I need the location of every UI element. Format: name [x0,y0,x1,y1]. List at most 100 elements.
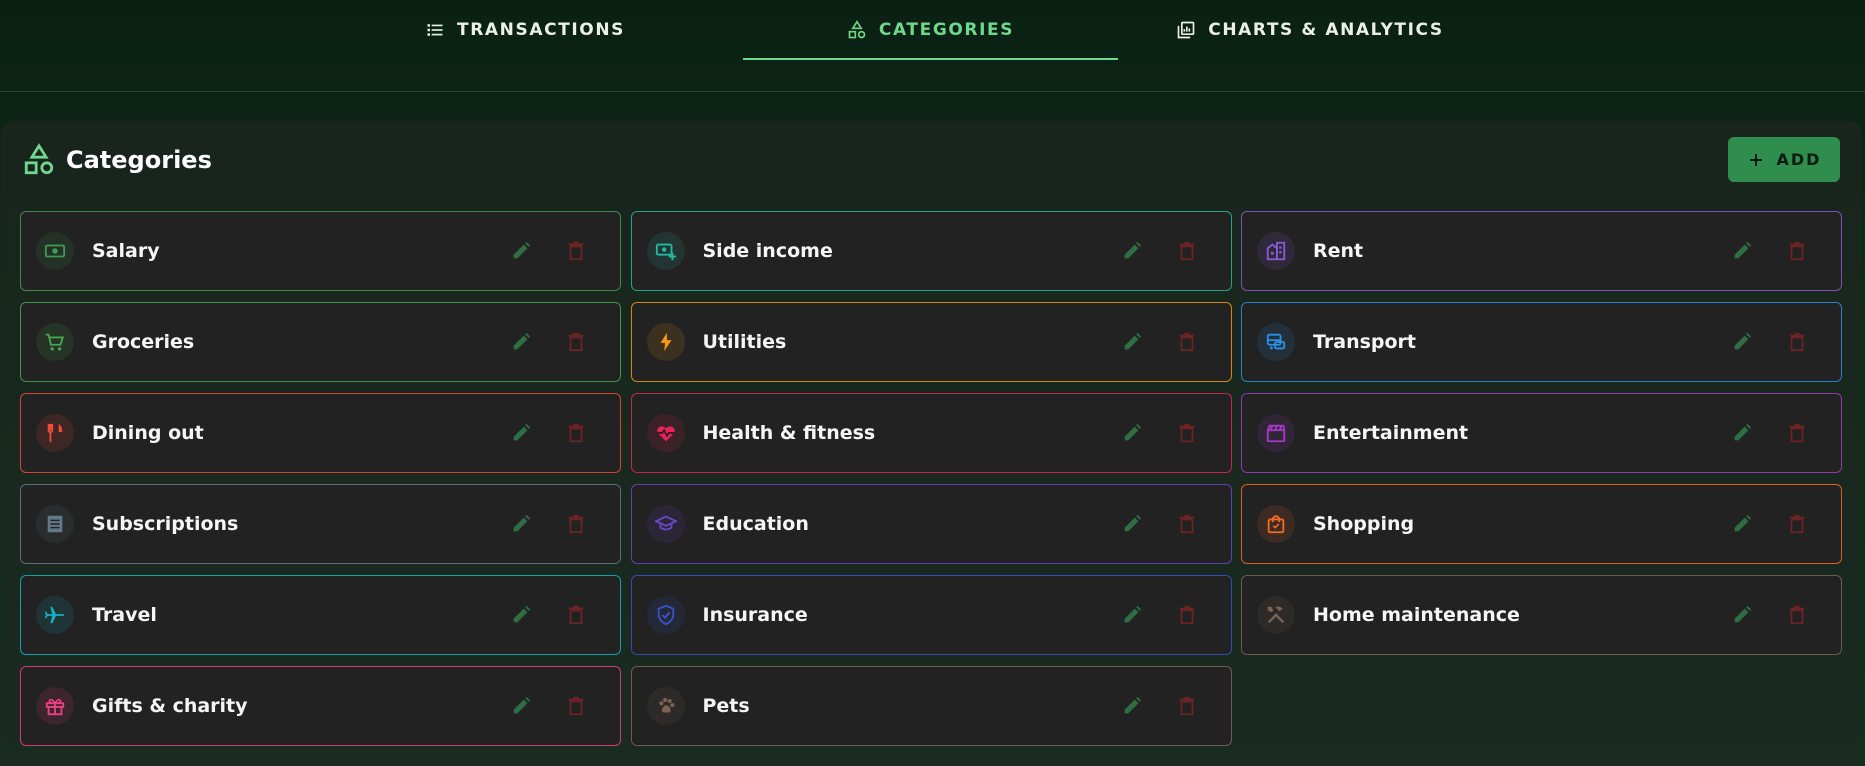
category-card: Entertainment [1241,393,1842,473]
panel-header: Categories [22,143,212,177]
top-navigation: TRANSACTIONS CATEGORIES CHARTS & ANALYTI… [0,0,1865,92]
category-icon [646,596,685,634]
category-icon [1257,596,1295,634]
delete-icon[interactable] [565,695,587,717]
analytics-icon [1177,21,1195,39]
cash-plus-icon [655,243,676,261]
category-label: Transport [1313,331,1417,353]
shapes-icon [848,20,866,39]
category-icon [36,232,74,270]
delete-icon[interactable] [1176,422,1198,444]
plus-icon [1749,153,1762,166]
delete-icon[interactable] [1786,513,1808,535]
category-icon [1257,323,1295,361]
category-card: Gifts & charity [20,666,621,746]
category-icon [36,596,74,634]
clapper-icon [1266,424,1286,443]
shopping-bag-icon [1267,515,1285,534]
category-card: Salary [20,211,621,291]
category-card: Rent [1241,211,1842,291]
category-grid: Salary Side income Rent Groceries Utilit… [20,211,1842,746]
tab-charts-analytics[interactable]: CHARTS & ANALYTICS [1160,0,1460,60]
category-icon [646,323,685,361]
tab-transactions[interactable]: TRANSACTIONS [385,0,665,60]
delete-icon[interactable] [1786,331,1808,353]
category-label: Home maintenance [1313,604,1520,626]
money-icon [44,244,66,258]
category-card: Shopping [1241,484,1842,564]
category-icon [36,323,74,361]
edit-icon[interactable] [510,604,532,626]
add-category-button[interactable]: ADD [1728,137,1840,182]
category-icon [1257,505,1295,543]
edit-icon[interactable] [1731,604,1753,626]
category-card: Groceries [20,302,621,382]
category-label: Subscriptions [92,513,239,535]
category-label: Rent [1313,240,1364,262]
category-label: Dining out [92,422,204,444]
delete-icon[interactable] [565,331,587,353]
category-card: Education [630,484,1232,564]
category-label: Groceries [92,331,195,353]
shapes-icon [24,143,54,175]
page-title: Categories [66,146,212,174]
category-label: Shopping [1313,513,1415,535]
add-button-label: ADD [1776,150,1822,169]
edit-icon[interactable] [1121,513,1143,535]
edit-icon[interactable] [510,331,532,353]
heart-pulse-icon [656,426,675,442]
edit-icon[interactable] [1121,422,1143,444]
category-card: Utilities [630,302,1232,382]
delete-icon[interactable] [1786,604,1808,626]
category-icon [646,505,685,543]
delete-icon[interactable] [1176,331,1198,353]
list-box-icon [47,515,63,533]
cutlery-icon [47,423,63,443]
category-icon [646,687,685,725]
category-icon [1257,232,1295,270]
delete-icon[interactable] [1786,422,1808,444]
building-icon [1266,241,1286,261]
delete-icon[interactable] [1176,604,1198,626]
category-card: Side income [630,211,1232,291]
category-label: Education [702,513,809,535]
delete-icon[interactable] [565,240,587,262]
category-label: Pets [702,695,750,717]
category-label: Side income [702,240,833,262]
tab-categories[interactable]: CATEGORIES [743,0,1118,60]
category-label: Utilities [702,331,787,353]
edit-icon[interactable] [1121,695,1143,717]
edit-icon[interactable] [1121,240,1143,262]
delete-icon[interactable] [1176,513,1198,535]
delete-icon[interactable] [565,513,587,535]
category-card: Home maintenance [1241,575,1842,655]
edit-icon[interactable] [510,240,532,262]
edit-icon[interactable] [510,695,532,717]
delete-icon[interactable] [565,422,587,444]
category-icon [646,414,685,452]
category-label: Salary [92,240,160,262]
edit-icon[interactable] [510,422,532,444]
list-icon [427,24,443,36]
categories-panel: Categories ADD Salary Side income Rent G… [1,121,1861,766]
edit-icon[interactable] [1731,422,1753,444]
gift-icon [45,698,65,716]
category-card: Health & fitness [630,393,1232,473]
category-icon [1257,414,1295,452]
edit-icon[interactable] [1731,331,1753,353]
delete-icon[interactable] [565,604,587,626]
airplane-icon [44,606,65,624]
tools-icon [1267,606,1285,624]
category-card: Travel [20,575,621,655]
edit-icon[interactable] [1731,513,1753,535]
delete-icon[interactable] [1786,240,1808,262]
edit-icon[interactable] [1121,331,1143,353]
category-card: Subscriptions [20,484,621,564]
delete-icon[interactable] [1176,240,1198,262]
edit-icon[interactable] [510,513,532,535]
category-icon [36,687,74,725]
edit-icon[interactable] [1121,604,1143,626]
edit-icon[interactable] [1731,240,1753,262]
delete-icon[interactable] [1176,695,1198,717]
category-icon [36,505,74,543]
